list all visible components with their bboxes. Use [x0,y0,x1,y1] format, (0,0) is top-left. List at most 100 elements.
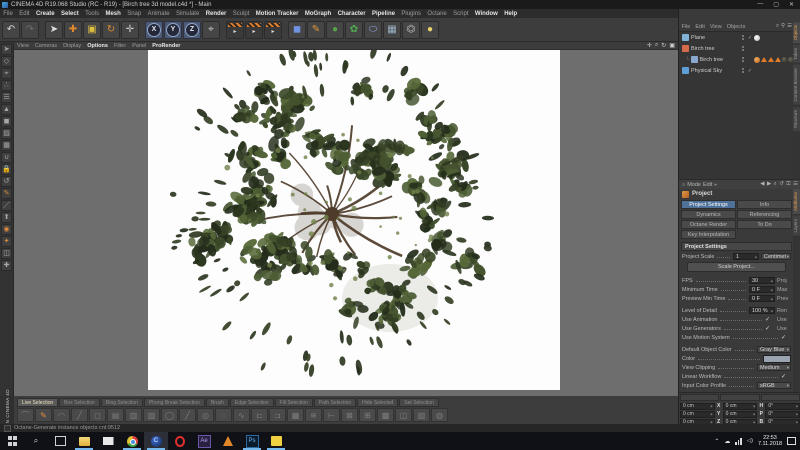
move-icon[interactable]: ✚ [64,21,82,39]
rotate-icon[interactable]: ↻ [102,21,120,39]
object-row[interactable]: Birch tree [679,43,794,54]
birch-tree-top-view[interactable] [148,50,560,390]
weights-icon[interactable]: ✚ [1,260,12,271]
modeling-command-icon[interactable]: ✎ [35,408,52,422]
attr-tab-project-settings[interactable]: Project Settings [681,200,736,209]
visibility-dots[interactable] [742,46,744,51]
object-name[interactable]: Plane [691,35,705,41]
last-tool-icon[interactable]: ✛ [121,21,139,39]
search-icon[interactable]: ⌕ [776,23,779,30]
modeling-command-icon[interactable]: ⊠ [341,408,358,422]
menu-sculpt[interactable]: Sculpt [230,11,253,17]
axis-z-button[interactable]: Z [183,21,201,39]
attr-tab-octane-render[interactable]: Octane Render [681,220,736,229]
viewport[interactable]: ViewCamerasDisplayOptionsFilterPanelProR… [14,42,678,396]
position-field[interactable]: 0 cm [680,411,715,418]
vlc-icon[interactable] [216,432,240,450]
palette-tab-set-selection[interactable]: Set Selection [399,398,438,407]
modeling-command-icon[interactable]: ╱ [71,408,88,422]
back-arrow-icon[interactable]: ◀ [760,181,764,188]
obj-menu-file[interactable]: File [679,24,693,30]
side-tab-layers[interactable]: Layers [793,216,800,236]
modeling-command-icon[interactable]: ╱ [179,408,196,422]
enable-check[interactable]: ✓ [746,35,754,41]
side-tab-takes[interactable]: Takes [793,45,800,63]
texture-tag-icon[interactable] [754,35,760,41]
position-field[interactable]: 0 cm [680,403,715,410]
object-row[interactable]: Plane ✓ [679,32,794,43]
pointer-icon[interactable]: ➤ [1,44,12,55]
obj-menu-objects[interactable]: Objects [724,24,748,30]
snap-icon[interactable]: ∪ [1,152,12,163]
side-tab-structure[interactable]: Structure [793,107,800,131]
menu-character[interactable]: Character [334,11,368,17]
volume-icon[interactable]: ◁) [747,438,753,444]
sculpt-icon[interactable]: ◉ [1,224,12,235]
render-view-button[interactable]: ▸ [226,21,244,39]
lock-icon[interactable]: 🔒 [1,164,12,175]
section-header[interactable]: Project Settings [681,242,792,251]
palette-tab-phong-break-selection[interactable]: Phong Break Selection [144,398,205,407]
menu-tools[interactable]: Tools [82,11,102,17]
modeling-command-icon[interactable]: ◍ [431,408,448,422]
warning-tag-icon[interactable] [761,57,767,62]
menu-animate[interactable]: Animate [144,11,172,17]
menu-simulate[interactable]: Simulate [173,11,203,17]
object-name[interactable]: Birch tree [700,57,724,63]
start-button[interactable] [0,432,24,450]
undo-icon[interactable]: ↶ [2,21,20,39]
attr-tab-referencing[interactable]: Referencing [737,210,792,219]
palette-tab-box-selection[interactable]: Box Selection [59,398,100,407]
side-tab-objects[interactable]: Objects [793,22,800,43]
status-checkbox[interactable] [4,425,11,432]
search-button[interactable]: ⌕ [24,432,48,450]
side-tab-content-browser[interactable]: Content Browser [793,65,800,105]
redo-icon[interactable]: ↷ [21,21,39,39]
cinema4d-icon[interactable]: C [144,432,168,450]
modeling-command-icon[interactable]: ◎ [197,408,214,422]
texture-tag-icon[interactable] [782,57,788,63]
bandicam-icon[interactable] [264,432,288,450]
modeling-command-icon[interactable]: ▤ [107,408,124,422]
value-field[interactable]: 30 [749,277,775,284]
menu-create[interactable]: Create [33,11,58,17]
menu-icon[interactable]: ☰ [793,181,798,188]
zoom-view-icon[interactable]: ⌕ [655,42,658,49]
attr-tab-to-do[interactable]: To Do [737,220,792,229]
toggle-view-icon[interactable]: ▣ [669,42,675,49]
modeling-command-icon[interactable]: ▧ [143,408,160,422]
dropdown-field[interactable]: Medium [757,364,791,371]
photoshop-icon[interactable]: Ps [240,432,264,450]
warning-tag-icon[interactable] [775,57,781,62]
modeling-command-icon[interactable]: ▩ [377,408,394,422]
menu-plugins[interactable]: Plugins [398,11,424,17]
side-tab-attributes[interactable]: Attributes [793,189,800,214]
modeling-command-icon[interactable]: ≋ [305,408,322,422]
palette-tab-ring-selection[interactable]: Ring Selection [101,398,143,407]
value-field[interactable]: 1 [733,253,759,260]
modeling-command-icon[interactable]: ▦ [287,408,304,422]
modeling-command-icon[interactable]: ◻ [89,408,106,422]
minimize-button[interactable]: — [757,1,763,8]
render-picture-viewer-button[interactable]: ▸ [245,21,263,39]
render-plane[interactable] [148,50,560,390]
modeling-command-icon[interactable]: ▨ [413,408,430,422]
palette-tab-hide-selected[interactable]: Hide Selected [357,398,398,407]
history-icon[interactable]: ↺ [779,181,784,188]
unit-dropdown[interactable]: Centimet [761,253,791,260]
forward-arrow-icon[interactable]: ▶ [767,181,771,188]
rotate-view-icon[interactable]: ↻ [661,42,666,49]
edges-mode-icon[interactable]: ☰ [1,92,12,103]
menu-icon[interactable]: ☰ [787,23,792,30]
points-mode-icon[interactable]: ∴ [1,80,12,91]
knife-icon[interactable]: ／ [1,200,12,211]
size-field[interactable]: 0 cm [723,403,758,410]
menu-window[interactable]: Window [472,11,501,17]
enable-check[interactable]: ✓ [746,68,754,74]
paint-icon[interactable]: ✦ [1,236,12,247]
maximize-button[interactable]: ▢ [773,1,779,8]
mail-icon[interactable] [96,432,120,450]
modeling-command-icon[interactable]: ⊐ [269,408,286,422]
menu-motion-tracker[interactable]: Motion Tracker [253,11,302,17]
file-explorer-icon[interactable] [72,432,96,450]
